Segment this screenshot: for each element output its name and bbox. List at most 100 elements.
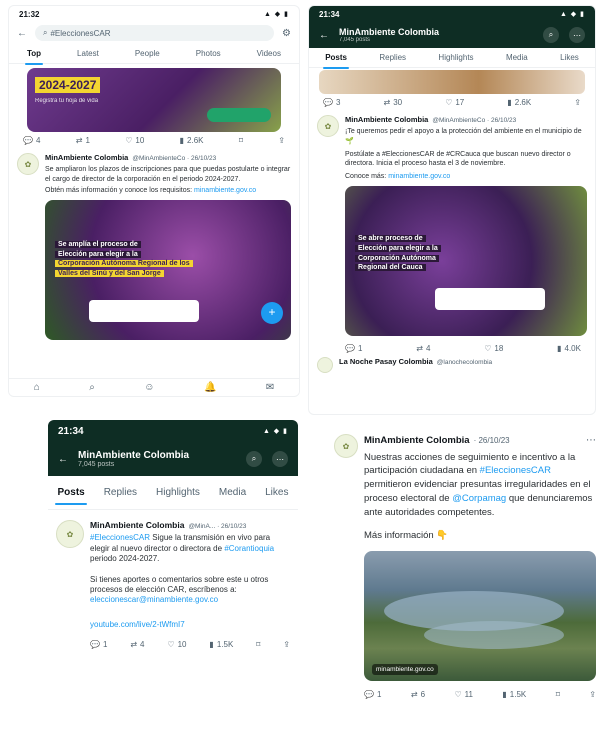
- avatar[interactable]: ✿: [334, 434, 358, 458]
- reply-button[interactable]: 💬 3: [323, 98, 340, 107]
- status-icons: ▲ ◆ ▮: [559, 11, 585, 18]
- bookmark-icon[interactable]: ⌑: [239, 136, 243, 145]
- repost-icon: ⇄: [130, 640, 138, 650]
- share-icon[interactable]: ⇪: [283, 640, 290, 650]
- search-query: #EleccionesCAR: [50, 28, 111, 38]
- views-button[interactable]: ▮ 1.5K: [502, 689, 526, 701]
- avatar[interactable]: ✿: [317, 115, 339, 137]
- compose-button[interactable]: +: [261, 301, 283, 324]
- like-button[interactable]: ♡ 10: [125, 136, 144, 145]
- avatar[interactable]: ✿: [17, 153, 39, 175]
- mention[interactable]: @Corpamag: [452, 493, 506, 504]
- avatar[interactable]: ✿: [56, 520, 84, 548]
- like-button[interactable]: ♡ 10: [167, 640, 186, 650]
- reply-icon: 💬: [23, 136, 33, 145]
- tweet-link[interactable]: youtube.com/live/2-tWfmI7: [90, 620, 185, 629]
- search-icon[interactable]: ⌕: [543, 27, 559, 43]
- bookmark-icon[interactable]: ⌑: [556, 689, 560, 701]
- tab-photos[interactable]: Photos: [194, 45, 223, 62]
- repost-button[interactable]: ⇄ 6: [411, 689, 425, 701]
- views-icon: ▮: [179, 136, 185, 145]
- like-button[interactable]: ♡ 17: [445, 98, 464, 107]
- hashtag[interactable]: #EleccionesCAR: [480, 465, 551, 476]
- home-icon[interactable]: ⌂: [34, 382, 40, 393]
- tab-videos[interactable]: Videos: [255, 45, 283, 62]
- views-button[interactable]: ▮ 2.6K: [180, 136, 204, 145]
- share-icon[interactable]: ⇪: [589, 689, 596, 701]
- like-button[interactable]: ♡ 11: [454, 689, 472, 701]
- messages-icon[interactable]: ✉: [266, 382, 274, 393]
- tweet-media[interactable]: minambiente.gov.co: [364, 551, 596, 682]
- tab-highlights[interactable]: Highlights: [154, 483, 202, 502]
- tweet-2[interactable]: La Noche Pasay Colombia @lanochecolombia: [309, 356, 595, 377]
- author-name[interactable]: MinAmbiente Colombia: [90, 520, 184, 531]
- tweet-media[interactable]: Se abre proceso de Elección para elegir …: [345, 185, 587, 336]
- tweet[interactable]: ✿ MinAmbiente Colombia @MinAmbienteCo · …: [9, 149, 299, 344]
- tab-replies[interactable]: Replies: [377, 49, 408, 66]
- views-button[interactable]: ▮ 4.0K: [557, 344, 581, 353]
- repost-button[interactable]: ⇄ 1: [76, 136, 90, 145]
- reply-button[interactable]: 💬 4: [23, 136, 40, 145]
- tweet[interactable]: ✿ MinAmbiente Colombia @MinA... · 26/10/…: [48, 510, 298, 655]
- hashtag-2[interactable]: #Corantioquia: [224, 544, 274, 553]
- previous-post-image[interactable]: [319, 70, 585, 94]
- reply-button[interactable]: 💬 1: [90, 640, 107, 650]
- author-name[interactable]: MinAmbiente Colombia: [45, 153, 128, 163]
- tab-top[interactable]: Top: [24, 45, 44, 65]
- notifications-icon[interactable]: 🔔: [204, 382, 216, 393]
- author-name[interactable]: MinAmbiente Colombia: [364, 434, 470, 448]
- tab-posts[interactable]: Posts: [323, 49, 349, 69]
- views-button[interactable]: ▮ 1.5K: [209, 640, 233, 650]
- tab-likes[interactable]: Likes: [263, 483, 290, 502]
- email-link[interactable]: eleccionescar@minambiente.gov.co: [90, 595, 218, 604]
- views-button[interactable]: ▮ 2.6K: [507, 98, 531, 107]
- reply-button[interactable]: 💬 1: [364, 689, 381, 701]
- author-name-2[interactable]: La Noche Pasay Colombia: [339, 357, 433, 367]
- more-icon[interactable]: ⋯: [586, 434, 596, 449]
- communities-icon[interactable]: ☺: [144, 382, 154, 393]
- tab-media[interactable]: Media: [217, 483, 248, 502]
- reply-button[interactable]: 💬 1: [345, 344, 362, 353]
- tweet[interactable]: ✿ MinAmbiente Colombia · 26/10/23 ⋯ Nues…: [330, 428, 600, 707]
- search-nav-icon[interactable]: ⌕: [89, 382, 95, 393]
- author-name[interactable]: MinAmbiente Colombia: [345, 115, 428, 125]
- profile-header: ← MinAmbiente Colombia 7,045 posts ⌕ ⋯: [48, 442, 298, 476]
- repost-button[interactable]: ⇄ 30: [384, 98, 403, 107]
- avatar-2[interactable]: [317, 356, 333, 373]
- search-input[interactable]: ⌕ #EleccionesCAR: [35, 25, 275, 41]
- post-banner-image[interactable]: 2024-2027 Registra tu hoja de vida: [27, 68, 281, 132]
- tab-likes[interactable]: Likes: [558, 49, 581, 66]
- profile-header: ← MinAmbiente Colombia 7,045 posts ⌕ ⋯: [309, 22, 595, 48]
- hashtag[interactable]: #EleccionesCAR: [90, 533, 150, 542]
- tweet-link[interactable]: minambiente.gov.co: [388, 173, 450, 180]
- tweet-text: ¡Te queremos pedir el apoyo a la protecc…: [345, 128, 582, 145]
- repost-button[interactable]: ⇄ 4: [416, 344, 430, 353]
- share-icon[interactable]: ⇪: [574, 98, 581, 107]
- filter-icon[interactable]: ⚙: [282, 28, 291, 39]
- bookmark-icon[interactable]: ⌑: [256, 640, 260, 650]
- status-bar: 21:34 ▲ ◆ ▮: [309, 6, 595, 22]
- tab-highlights[interactable]: Highlights: [436, 49, 475, 66]
- back-arrow-icon[interactable]: ←: [17, 28, 27, 39]
- media-card: [435, 287, 545, 310]
- tab-posts[interactable]: Posts: [55, 483, 87, 505]
- tab-replies[interactable]: Replies: [102, 483, 139, 502]
- like-button[interactable]: ♡ 18: [484, 344, 503, 353]
- tweet-link[interactable]: minambiente.gov.co: [194, 187, 256, 194]
- tweet[interactable]: ✿ MinAmbiente Colombia @MinAmbienteCo · …: [309, 111, 595, 340]
- profile-post-count: 7,045 posts: [78, 461, 115, 468]
- tweet-media[interactable]: Se amplía el proceso de Elección para el…: [45, 199, 291, 340]
- tab-media[interactable]: Media: [504, 49, 530, 66]
- banner-pill: [207, 108, 271, 122]
- author-handle: @MinAmbienteCo · 26/10/23: [432, 117, 517, 124]
- more-icon[interactable]: ⋯: [569, 27, 585, 43]
- repost-button[interactable]: ⇄ 4: [130, 640, 144, 650]
- search-icon[interactable]: ⌕: [246, 451, 262, 467]
- more-icon[interactable]: ⋯: [272, 451, 288, 467]
- back-arrow-icon[interactable]: ←: [58, 454, 68, 465]
- tab-latest[interactable]: Latest: [75, 45, 101, 62]
- search-tabs: Top Latest People Photos Videos: [9, 44, 299, 65]
- share-icon[interactable]: ⇪: [278, 136, 285, 145]
- tab-people[interactable]: People: [133, 45, 162, 62]
- back-arrow-icon[interactable]: ←: [319, 30, 329, 41]
